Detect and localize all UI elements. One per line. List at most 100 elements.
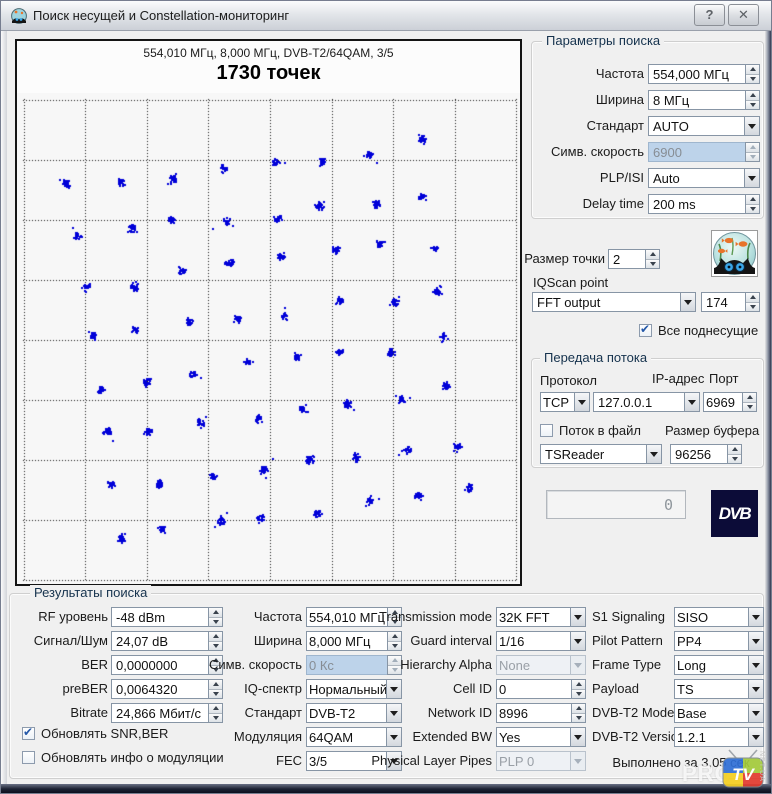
iqscan-index-spinner[interactable]: 174 bbox=[701, 292, 760, 312]
chevron-down-icon[interactable] bbox=[744, 168, 760, 188]
search-params-title: Параметры поиска bbox=[542, 33, 664, 48]
spin-down-icon[interactable] bbox=[572, 714, 585, 723]
protv-tv-text: TV bbox=[732, 765, 755, 784]
extended-bw-combo[interactable]: Yes bbox=[496, 727, 586, 747]
chevron-down-icon[interactable] bbox=[574, 392, 590, 412]
frame-type-combo[interactable]: Long bbox=[674, 655, 764, 675]
s1-signaling-combo[interactable]: SISO bbox=[674, 607, 764, 627]
point-size-spinner[interactable]: 2 bbox=[608, 249, 660, 269]
result-symbol-rate-label: Симв. скорость bbox=[206, 655, 302, 675]
chevron-down-icon[interactable] bbox=[744, 116, 760, 136]
plp-isi-label: PLP/ISI bbox=[536, 168, 644, 188]
spin-up-icon[interactable] bbox=[746, 293, 759, 303]
chevron-down-icon[interactable] bbox=[646, 444, 662, 464]
ip-address-combo[interactable]: 127.0.0.1 bbox=[593, 392, 700, 412]
spin-up-icon[interactable] bbox=[646, 250, 659, 260]
stream-group: Передача потока Протокол IP-адрес Порт T… bbox=[531, 358, 764, 468]
result-standard-label: Стандарт bbox=[206, 703, 302, 723]
checkbox-icon[interactable] bbox=[22, 751, 35, 764]
spin-down-icon[interactable] bbox=[746, 101, 759, 110]
spin-up-icon[interactable] bbox=[743, 393, 756, 403]
window-frame-left bbox=[1, 31, 7, 784]
frequency-spinner[interactable]: 554,000 МГц bbox=[648, 64, 760, 84]
chevron-down-icon[interactable] bbox=[748, 607, 764, 627]
spin-down-icon[interactable] bbox=[746, 75, 759, 84]
plp-combo: PLP 0 bbox=[496, 751, 586, 771]
window-title: Поиск несущей и Constellation-мониторинг bbox=[33, 8, 289, 23]
constellation-header: 554,010 МГц, 8,000 МГц, DVB-T2/64QAM, 3/… bbox=[17, 46, 520, 60]
pilot-pattern-combo[interactable]: PP4 bbox=[674, 631, 764, 651]
dvb-logo: DVB bbox=[711, 490, 758, 537]
spin-up-icon[interactable] bbox=[728, 445, 741, 455]
chevron-down-icon[interactable] bbox=[748, 655, 764, 675]
buffer-size-spinner[interactable]: 96256 bbox=[670, 444, 742, 464]
port-label: Порт bbox=[709, 369, 738, 389]
results-group: Результаты поиска RF уровень -48 dBm Сиг… bbox=[9, 593, 764, 779]
checkbox-icon[interactable] bbox=[540, 424, 553, 437]
all-subcarriers-checkbox[interactable]: Все поднесущие bbox=[639, 323, 758, 338]
guard-interval-combo[interactable]: 1/16 bbox=[496, 631, 586, 651]
port-spinner[interactable]: 6969 bbox=[703, 392, 757, 412]
payload-combo[interactable]: TS bbox=[674, 679, 764, 699]
chevron-down-icon[interactable] bbox=[748, 679, 764, 699]
iqscan-label: IQScan point bbox=[533, 273, 608, 293]
buffer-size-label: Размер буфера bbox=[665, 421, 759, 441]
spin-up-icon[interactable] bbox=[746, 91, 759, 101]
chevron-down-icon[interactable] bbox=[684, 392, 700, 412]
chevron-down-icon bbox=[570, 655, 586, 675]
spin-up-icon[interactable] bbox=[572, 704, 585, 714]
spin-up-icon[interactable] bbox=[572, 680, 585, 690]
symbol-rate-label: Симв. скорость bbox=[536, 142, 644, 162]
checkbox-icon[interactable] bbox=[639, 324, 652, 337]
chevron-down-icon[interactable] bbox=[748, 631, 764, 651]
spin-down-icon[interactable] bbox=[746, 205, 759, 214]
update-snr-checkbox[interactable]: Обновлять SNR,BER bbox=[22, 726, 168, 741]
cell-id-label: Cell ID bbox=[342, 679, 492, 699]
spin-down-icon[interactable] bbox=[728, 455, 741, 464]
cell-id-spinner[interactable]: 0 bbox=[496, 679, 586, 699]
stream-to-file-checkbox[interactable]: Поток в файл bbox=[540, 423, 641, 438]
delay-time-label: Delay time bbox=[536, 194, 644, 214]
network-id-spinner[interactable]: 8996 bbox=[496, 703, 586, 723]
chevron-down-icon[interactable] bbox=[570, 727, 586, 747]
rf-level-label: RF уровень bbox=[12, 607, 108, 627]
chevron-down-icon[interactable] bbox=[748, 703, 764, 723]
spin-down-icon[interactable] bbox=[743, 403, 756, 412]
frequency-label: Частота bbox=[536, 64, 644, 84]
bandwidth-spinner[interactable]: 8 МГц bbox=[648, 90, 760, 110]
app-icon bbox=[11, 8, 27, 24]
plp-isi-combo[interactable]: Auto bbox=[648, 168, 760, 188]
standard-combo[interactable]: AUTO bbox=[648, 116, 760, 136]
iqscan-mode-combo[interactable]: FFT output bbox=[532, 292, 696, 312]
chevron-down-icon[interactable] bbox=[570, 607, 586, 627]
spin-down-icon[interactable] bbox=[572, 690, 585, 699]
iq-spectrum-label: IQ-спектр bbox=[206, 679, 302, 699]
stream-title: Передача потока bbox=[540, 350, 651, 365]
spin-up-icon[interactable] bbox=[746, 65, 759, 75]
delay-time-spinner[interactable]: 200 ms bbox=[648, 194, 760, 214]
title-bar[interactable]: Поиск несущей и Constellation-мониторинг… bbox=[1, 1, 771, 31]
tsreader-combo[interactable]: TSReader bbox=[540, 444, 662, 464]
spin-down-icon bbox=[746, 153, 759, 162]
spin-down-icon[interactable] bbox=[646, 260, 659, 269]
chevron-down-icon[interactable] bbox=[570, 631, 586, 651]
protocol-label: Протокол bbox=[540, 371, 597, 391]
transmission-mode-label: Transmission mode bbox=[342, 607, 492, 627]
bandwidth-label: Ширина bbox=[536, 90, 644, 110]
window-frame-bottom bbox=[1, 784, 771, 793]
transmission-mode-combo[interactable]: 32K FFT bbox=[496, 607, 586, 627]
chevron-down-icon[interactable] bbox=[748, 727, 764, 747]
dvbt2-mode-combo[interactable]: Base bbox=[674, 703, 764, 723]
spin-up-icon[interactable] bbox=[746, 195, 759, 205]
dvbt2-version-combo[interactable]: 1.2.1 bbox=[674, 727, 764, 747]
close-button[interactable]: ✕ bbox=[728, 4, 759, 26]
chevron-down-icon bbox=[570, 751, 586, 771]
help-button[interactable]: ? bbox=[694, 4, 725, 26]
protocol-combo[interactable]: TCP bbox=[540, 392, 590, 412]
plp-label: Physical Layer Pipes bbox=[342, 751, 492, 771]
checkbox-icon[interactable] bbox=[22, 727, 35, 740]
spin-down-icon[interactable] bbox=[746, 303, 759, 312]
spin-up-icon bbox=[746, 143, 759, 153]
update-modulation-checkbox[interactable]: Обновлять инфо о модуляции bbox=[22, 750, 224, 765]
chevron-down-icon[interactable] bbox=[680, 292, 696, 312]
